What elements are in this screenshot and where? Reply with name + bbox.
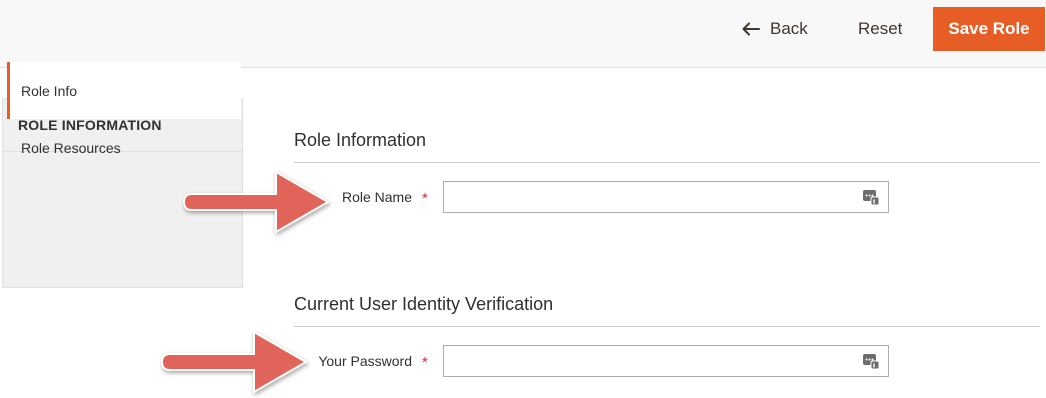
back-button[interactable]: Back: [742, 14, 808, 44]
role-name-label: Role Name: [341, 189, 412, 205]
your-password-label: Your Password: [318, 353, 412, 369]
section-divider: [294, 162, 1040, 163]
section-divider: [294, 326, 1040, 327]
annotation-arrow-icon: [160, 330, 309, 394]
required-marker: *: [422, 354, 428, 371]
arrow-left-icon: [742, 22, 760, 36]
password-manager-icon[interactable]: [862, 188, 880, 206]
required-marker: *: [422, 190, 428, 207]
tab-role-info[interactable]: Role Info: [7, 62, 241, 119]
back-label: Back: [770, 19, 808, 38]
reset-button[interactable]: Reset: [858, 14, 902, 44]
role-name-input[interactable]: [443, 181, 889, 213]
section-title-role-information: Role Information: [294, 130, 427, 150]
annotation-arrow-icon: [182, 170, 331, 234]
password-manager-icon[interactable]: [862, 352, 880, 370]
page-actions-bar: Back Reset Save Role: [0, 0, 1046, 68]
section-title-identity-verification: Current User Identity Verification: [294, 294, 554, 314]
your-password-input[interactable]: [443, 345, 889, 377]
save-role-button[interactable]: Save Role: [933, 7, 1045, 51]
